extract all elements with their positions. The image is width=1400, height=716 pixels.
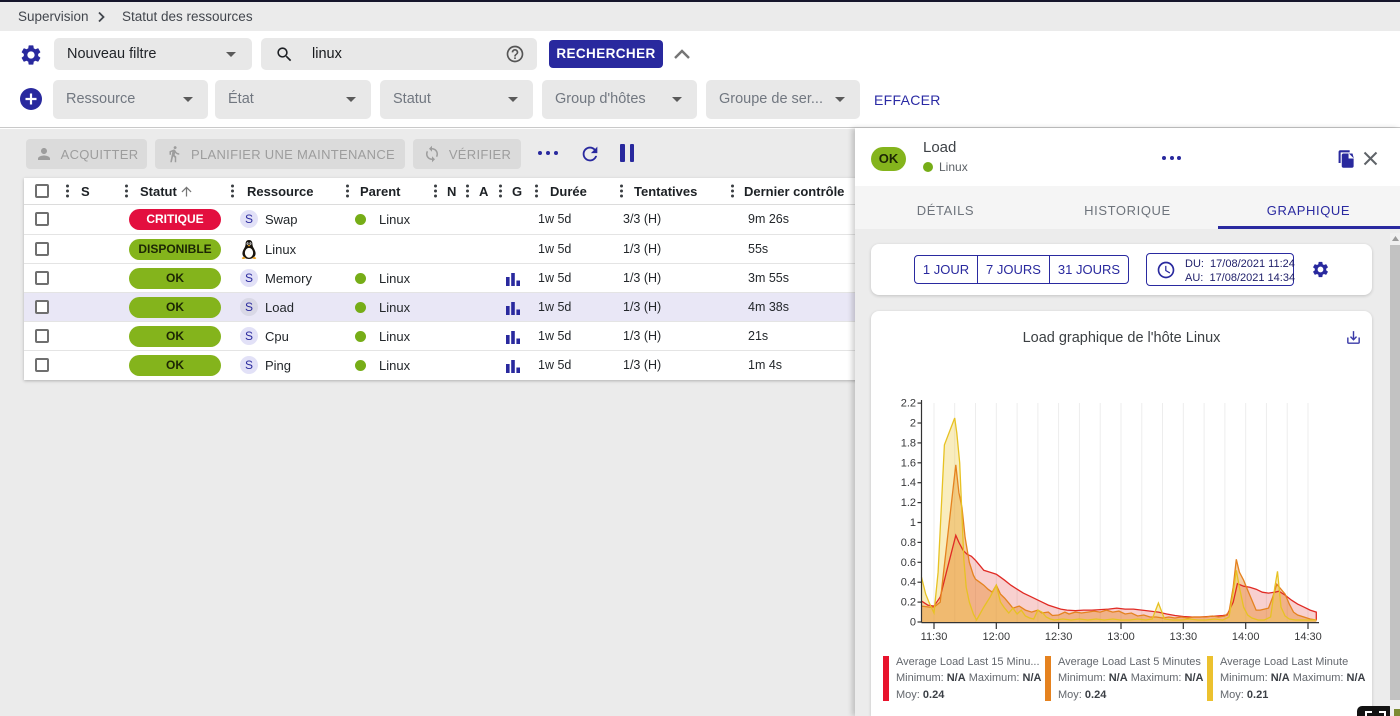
svg-text:0: 0: [910, 617, 916, 629]
svg-text:0.2: 0.2: [901, 597, 916, 609]
svg-text:1.2: 1.2: [901, 497, 916, 509]
svg-text:0.8: 0.8: [901, 537, 916, 549]
svg-text:14:30: 14:30: [1294, 631, 1322, 643]
svg-text:12:00: 12:00: [983, 631, 1011, 643]
svg-text:0.6: 0.6: [901, 557, 916, 569]
svg-text:13:30: 13:30: [1170, 631, 1198, 643]
svg-text:0.4: 0.4: [901, 577, 916, 589]
svg-text:14:00: 14:00: [1232, 631, 1260, 643]
svg-text:1.4: 1.4: [901, 477, 916, 489]
svg-text:1: 1: [910, 517, 916, 529]
svg-text:12:30: 12:30: [1045, 631, 1073, 643]
svg-text:1.6: 1.6: [901, 457, 916, 469]
svg-text:11:30: 11:30: [921, 631, 948, 643]
svg-text:2.2: 2.2: [901, 398, 916, 410]
svg-text:1.8: 1.8: [901, 437, 916, 449]
svg-text:2: 2: [910, 418, 916, 430]
svg-text:13:00: 13:00: [1107, 631, 1135, 643]
